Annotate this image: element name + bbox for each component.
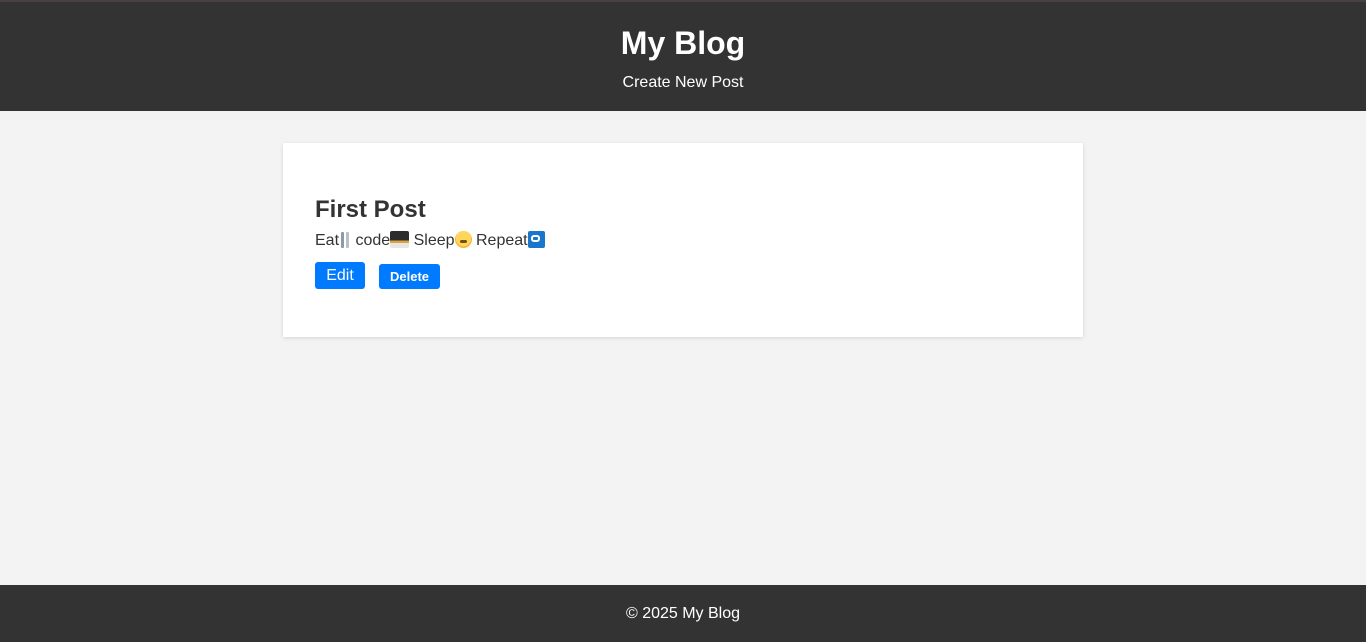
fork-knife-icon — [339, 231, 351, 248]
repeat-icon — [527, 231, 545, 248]
create-new-post-label[interactable]: Create New Post — [623, 74, 744, 91]
main-content: First Post Eat code Sleep Repeat Edit De… — [0, 111, 1366, 585]
site-title: My Blog — [620, 25, 746, 61]
post-body-word-repeat: Repeat — [476, 232, 528, 249]
post-body-word-code: code — [355, 232, 391, 249]
footer-copyright: © 2025 My Blog — [625, 605, 741, 622]
post-body-word-sleep: Sleep — [413, 232, 455, 249]
post-card: First Post Eat code Sleep Repeat Edit De… — [283, 143, 1083, 337]
laptop-icon — [390, 231, 410, 248]
site-footer: © 2025 My Blog — [0, 585, 1366, 642]
post-body: Eat code Sleep Repeat — [315, 231, 545, 251]
create-new-post-link[interactable]: Create New Post — [0, 73, 1366, 93]
site-header: My Blog Create New Post — [0, 0, 1366, 111]
delete-button[interactable]: Delete — [379, 264, 440, 289]
post-title: First Post — [315, 196, 426, 223]
post-body-word-eat: Eat — [315, 232, 340, 249]
page: My Blog Create New Post First Post Eat c… — [0, 0, 1366, 642]
edit-button[interactable]: Edit — [315, 262, 365, 289]
sleeping-face-icon — [454, 231, 472, 248]
